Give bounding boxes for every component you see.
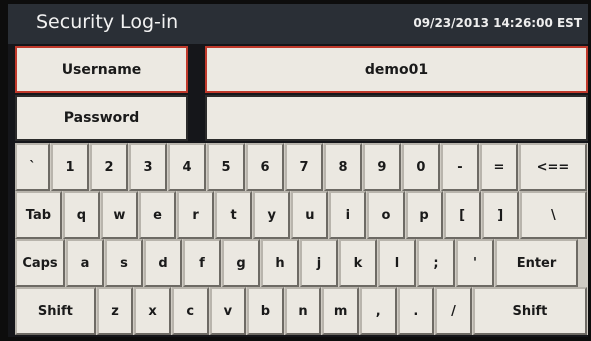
key-k[interactable]: k <box>339 239 377 287</box>
key-r[interactable]: r <box>177 191 215 239</box>
key-6[interactable]: 6 <box>246 143 284 191</box>
key-minus[interactable]: - <box>440 143 479 191</box>
key-m[interactable]: m <box>322 287 359 335</box>
key-8[interactable]: 8 <box>323 143 362 191</box>
key-j[interactable]: j <box>300 239 338 287</box>
key-0[interactable]: 0 <box>401 143 440 191</box>
key-g[interactable]: g <box>222 239 260 287</box>
keyboard-row-1: ` 1 2 3 4 5 6 7 8 9 0- = <== <box>15 143 588 191</box>
key-a[interactable]: a <box>66 239 104 287</box>
key-7[interactable]: 7 <box>284 143 323 191</box>
key-backspace[interactable]: <== <box>518 143 587 191</box>
key-e[interactable]: e <box>138 191 177 239</box>
key-backtick[interactable]: ` <box>15 143 51 191</box>
key-t[interactable]: t <box>215 191 253 239</box>
key-z[interactable]: z <box>96 287 134 335</box>
key-v[interactable]: v <box>209 287 247 335</box>
key-slash[interactable]: / <box>435 287 472 335</box>
key-4[interactable]: 4 <box>168 143 207 191</box>
key-u[interactable]: u <box>291 191 329 239</box>
key-p[interactable]: p <box>405 191 443 239</box>
key-h[interactable]: h <box>261 239 299 287</box>
screen-title: Security Log-in <box>36 11 179 33</box>
key-1[interactable]: 1 <box>51 143 90 191</box>
on-screen-keyboard: ` 1 2 3 4 5 6 7 8 9 0- = <== Tab q w e r t y u i o p[] \ Caps a s… <box>15 143 588 335</box>
key-i[interactable]: i <box>329 191 367 239</box>
key-c[interactable]: c <box>171 287 209 335</box>
key-equals[interactable]: = <box>479 143 518 191</box>
key-q[interactable]: q <box>62 191 100 239</box>
key-o[interactable]: o <box>367 191 405 239</box>
key-enter[interactable]: Enter <box>495 239 578 287</box>
datetime-display: 09/23/2013 14:26:00 EST <box>413 16 582 30</box>
key-right-bracket[interactable]: ] <box>481 191 519 239</box>
key-left-bracket[interactable]: [ <box>443 191 481 239</box>
key-shift-right[interactable]: Shift <box>472 287 588 335</box>
key-w[interactable]: w <box>100 191 138 239</box>
key-period[interactable]: . <box>397 287 435 335</box>
key-b[interactable]: b <box>247 287 284 335</box>
title-bar: Security Log-in 09/23/2013 14:26:00 EST <box>8 4 588 44</box>
keyboard-row-3: Caps a s d f g h j k l; ' Enter <box>15 239 588 287</box>
key-9[interactable]: 9 <box>362 143 401 191</box>
key-apostrophe[interactable]: ' <box>456 239 494 287</box>
keyboard-row-4: Shift z x c v b n m,. / Shift <box>15 287 588 335</box>
key-3[interactable]: 3 <box>129 143 168 191</box>
key-backslash[interactable]: \ <box>519 191 587 239</box>
key-tab[interactable]: Tab <box>15 191 62 239</box>
key-n[interactable]: n <box>284 287 322 335</box>
username-label-button[interactable]: Username <box>15 46 188 93</box>
keyboard-row-2: Tab q w e r t y u i o p[] \ <box>15 191 588 239</box>
key-comma[interactable]: , <box>359 287 397 335</box>
key-f[interactable]: f <box>183 239 221 287</box>
key-5[interactable]: 5 <box>207 143 245 191</box>
key-x[interactable]: x <box>134 287 171 335</box>
password-label-button[interactable]: Password <box>15 95 188 141</box>
key-l[interactable]: l <box>378 239 416 287</box>
username-field[interactable]: demo01 <box>205 46 588 93</box>
key-s[interactable]: s <box>105 239 143 287</box>
key-shift-left[interactable]: Shift <box>15 287 96 335</box>
key-caps[interactable]: Caps <box>15 239 65 287</box>
key-y[interactable]: y <box>253 191 291 239</box>
key-semicolon[interactable]: ; <box>417 239 455 287</box>
key-2[interactable]: 2 <box>90 143 129 191</box>
password-field[interactable] <box>205 95 588 141</box>
login-screen: Security Log-in 09/23/2013 14:26:00 EST … <box>8 4 588 337</box>
key-d[interactable]: d <box>144 239 182 287</box>
